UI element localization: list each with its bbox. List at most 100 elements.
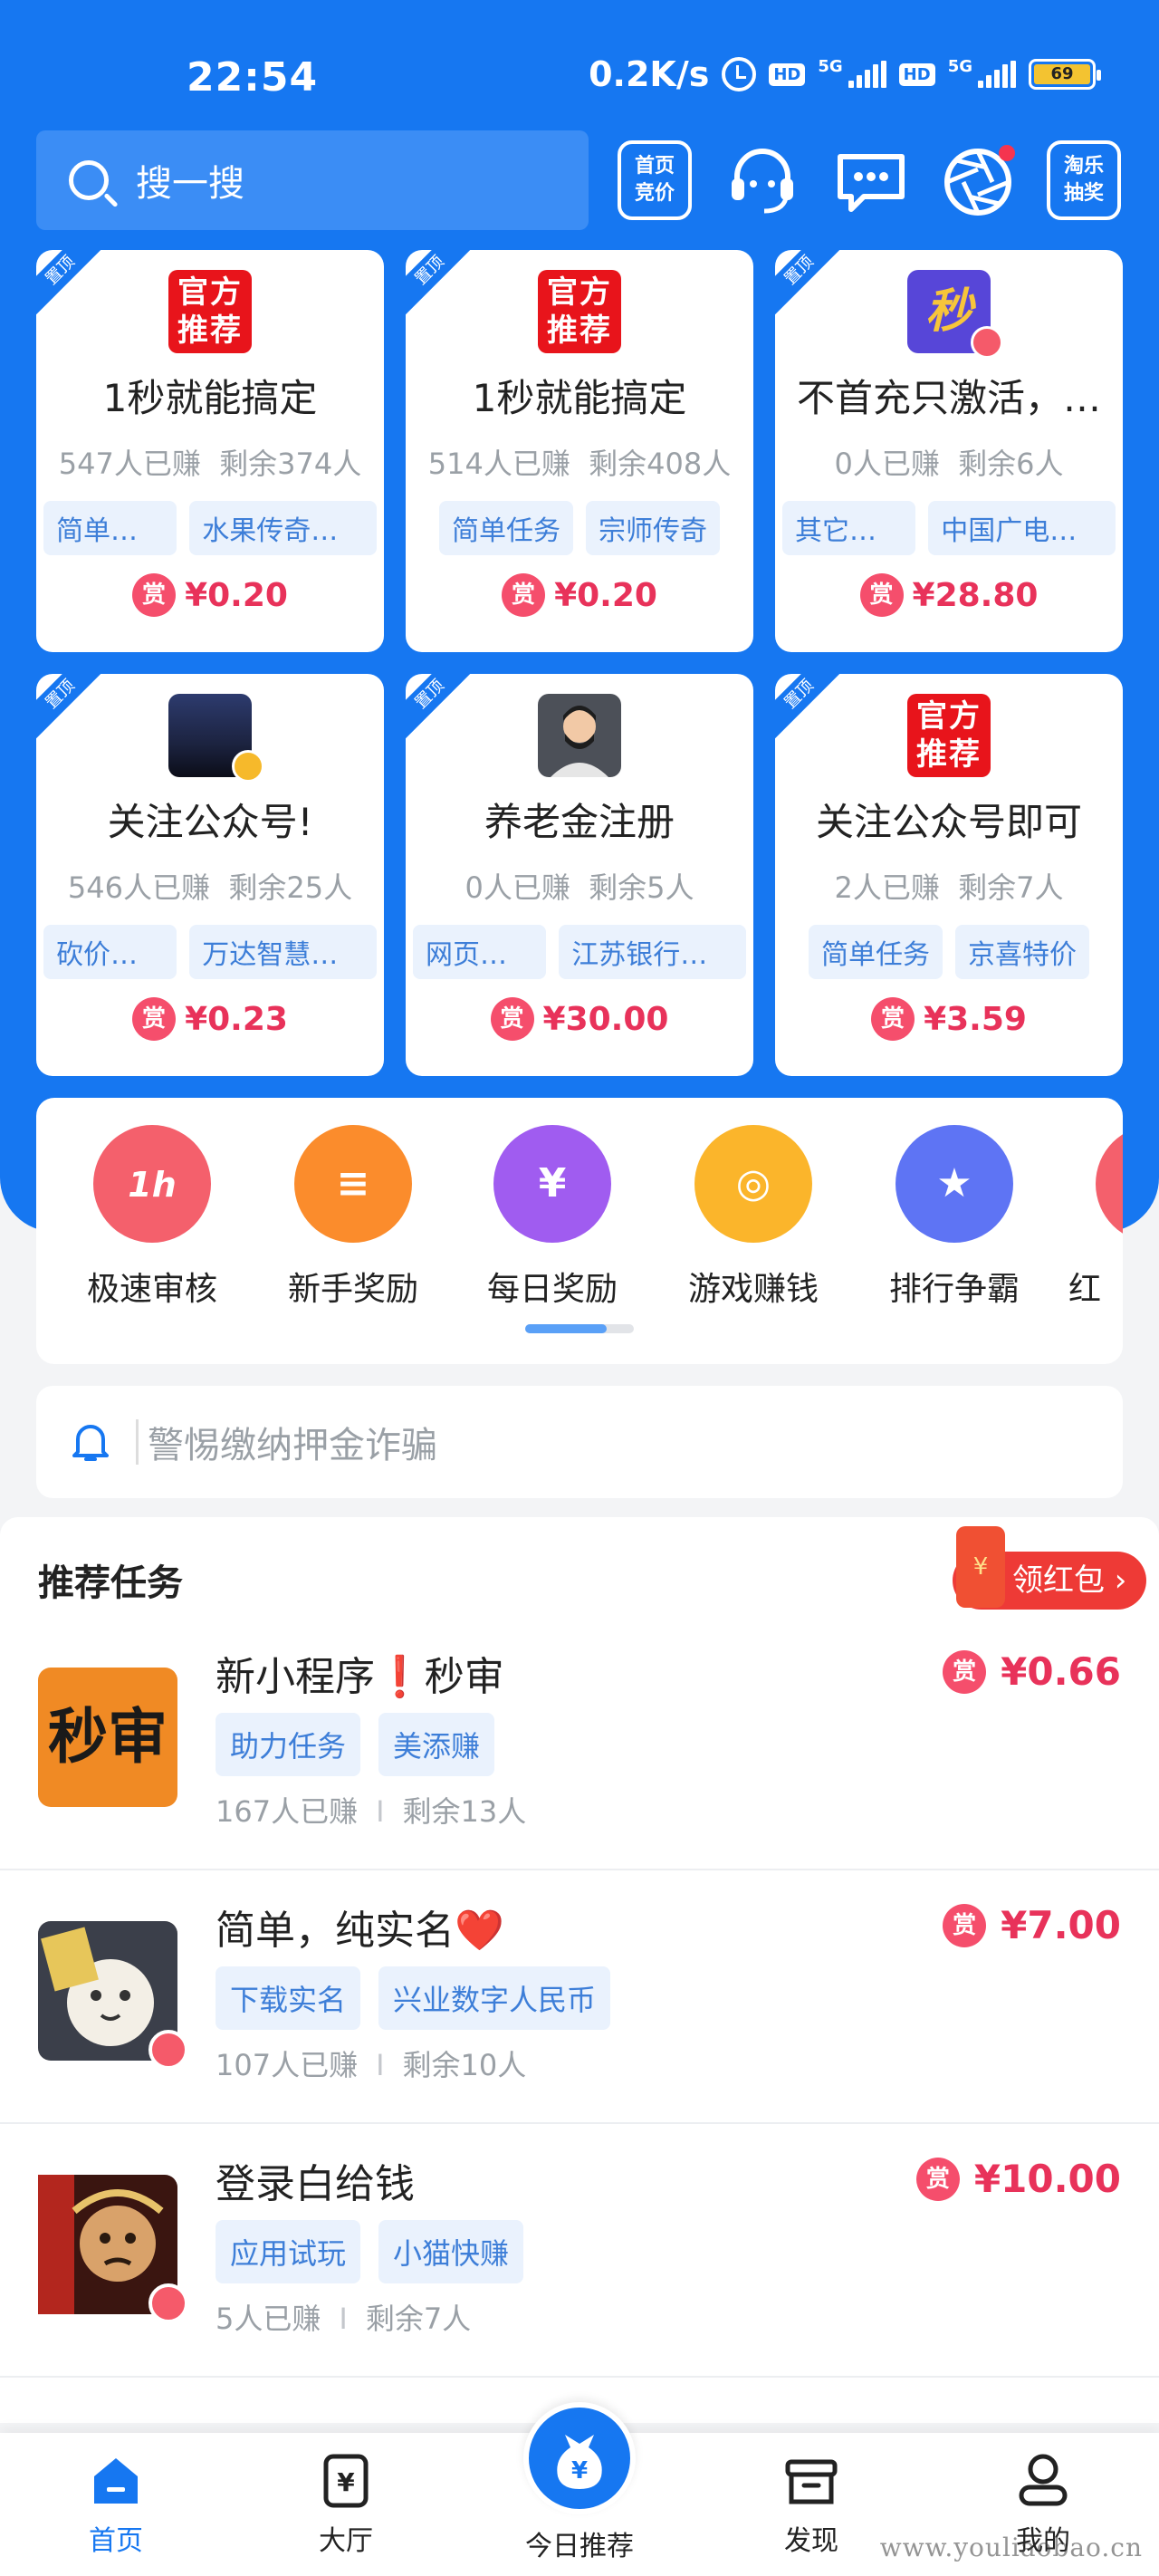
red-packet-button[interactable]: ¥ 领红包 › <box>953 1526 1146 1610</box>
network-type-label-2: 5G <box>947 56 972 76</box>
pinned-label: 置顶 <box>36 250 106 316</box>
red-packet-icon <box>1096 1125 1123 1243</box>
task-list-item[interactable]: 秒审 新小程序❗秒审 助力任务 美添赚 167人已赚 I 剩余13人 赏 ¥0.66 <box>0 1617 1159 1870</box>
homepage-bid-button[interactable]: 首页 竞价 <box>618 140 692 220</box>
pinned-label: 置顶 <box>775 250 845 316</box>
task-card[interactable]: 置顶 关注公众号! 546人已赚 剩余25人 砍价互助 万达智慧商业 赏 ¥0.23 <box>36 674 384 1076</box>
task-card[interactable]: 置顶 官方 推荐 1秒就能搞定 514人已赚 剩余408人 简单任务 宗师传奇 赏 ¥… <box>406 250 753 652</box>
customer-service-icon[interactable] <box>723 140 802 220</box>
app-logo: 秒 <box>907 270 1003 359</box>
task-thumbnail: 秒审 <box>38 1668 177 1807</box>
task-tag: 助力任务 <box>216 1713 361 1776</box>
card-stats: 547人已赚 剩余374人 <box>58 447 362 481</box>
recommended-section: 推荐任务 ¥ 领红包 › 秒审 新小程序❗秒审 助力任务 美添赚 167人已赚 I 剩… <box>0 1517 1159 2423</box>
nav-today-recommend-button[interactable]: ¥ <box>523 2402 636 2514</box>
category-red-packet[interactable]: 红 <box>1065 1125 1123 1310</box>
bell-icon <box>72 1421 109 1463</box>
task-reward: 赏 ¥7.00 <box>943 1903 1121 1947</box>
aperture-icon[interactable] <box>938 140 1018 220</box>
lottery-button[interactable]: 淘乐 抽奖 <box>1047 140 1121 220</box>
task-thumbnail <box>38 2175 188 2323</box>
notice-bar[interactable]: 警惕缴纳押金诈骗 <box>36 1386 1123 1498</box>
net-speed: 0.2K/s <box>589 54 710 94</box>
trophy-icon: ★ <box>896 1125 1013 1243</box>
section-title: 推荐任务 <box>38 1562 183 1604</box>
reward-badge-icon: 赏 <box>490 997 534 1041</box>
card-reward: 赏 ¥0.23 <box>36 997 384 1041</box>
nav-label-today[interactable]: 今日推荐 <box>489 2523 670 2563</box>
hd-icon-2: HD <box>898 62 935 86</box>
category-label: 极速审核 <box>86 1271 217 1308</box>
task-card[interactable]: 置顶 养老金注册 0人已赚 剩余5人 网页实名 江苏银行养… 赏 ¥30.00 <box>406 674 753 1076</box>
battery-icon: 69 <box>1029 59 1101 90</box>
official-recommend-logo: 官方 推荐 <box>538 270 621 353</box>
category-ranking[interactable]: ★ 排行争霸 <box>864 1125 1045 1310</box>
category-game-earn[interactable]: ◎ 游戏赚钱 <box>663 1125 844 1310</box>
watermark: www.youliaobao.cn <box>879 2533 1143 2562</box>
search-bar[interactable]: 搜一搜 <box>36 130 589 230</box>
gamepad-icon: ◎ <box>694 1125 812 1243</box>
message-icon[interactable] <box>831 140 911 220</box>
clipboard-icon: ≡ <box>294 1125 412 1243</box>
alarm-icon <box>722 57 757 91</box>
reward-badge-icon: 赏 <box>502 573 546 617</box>
card-stats: 514人已赚 剩余408人 <box>427 447 732 481</box>
nav-discover[interactable]: 发现 <box>748 2451 875 2558</box>
card-tag: 其它任务 <box>782 501 916 555</box>
reward-badge-icon: 赏 <box>943 1903 987 1947</box>
category-label: 游戏赚钱 <box>687 1271 819 1308</box>
status-time: 22:54 <box>187 54 319 101</box>
card-stats: 2人已赚 剩余7人 <box>834 870 1064 905</box>
task-tag: 美添赚 <box>378 1713 495 1776</box>
card-title: 养老金注册 <box>484 800 675 844</box>
category-newbie-reward[interactable]: ≡ 新手奖励 <box>263 1125 444 1310</box>
avatar <box>168 694 264 783</box>
official-recommend-logo: 官方 推荐 <box>168 270 252 353</box>
card-reward: 赏 ¥0.20 <box>36 573 384 617</box>
category-fast-review[interactable]: 1h 极速审核 <box>62 1125 243 1310</box>
task-name: 登录白给钱 <box>216 2161 415 2207</box>
task-card[interactable]: 置顶 秒 不首充只激活，… 0人已赚 剩余6人 其它任务 中国广电福… 赏 ¥28.… <box>775 250 1123 652</box>
nav-home[interactable]: 首页 <box>53 2451 179 2558</box>
avatar <box>538 694 621 777</box>
lottery-button-line2: 抽奖 <box>1063 182 1104 205</box>
card-tag: 网页实名 <box>413 925 547 979</box>
category-label: 每日奖励 <box>486 1271 618 1308</box>
task-tag: 小猫快赚 <box>378 2220 524 2283</box>
task-stats: 167人已赚 I 剩余13人 <box>216 1794 527 1829</box>
task-thumbnail <box>38 1921 188 2070</box>
card-reward: 赏 ¥30.00 <box>406 997 753 1041</box>
card-reward: 赏 ¥28.80 <box>775 573 1123 617</box>
money-bag-icon: ¥ <box>493 1125 611 1243</box>
carousel-indicator <box>525 1324 634 1333</box>
signal-icon-2 <box>978 61 1016 88</box>
card-reward: 赏 ¥0.20 <box>406 573 753 617</box>
card-title: 关注公众号! <box>107 800 313 844</box>
card-title: 1秒就能搞定 <box>472 376 687 420</box>
task-name: 新小程序❗秒审 <box>216 1654 504 1700</box>
task-card[interactable]: 置顶 官方 推荐 1秒就能搞定 547人已赚 剩余374人 简单任务 水果传奇世界 … <box>36 250 384 652</box>
category-label: 红 <box>1068 1271 1102 1308</box>
pinned-label: 置顶 <box>406 250 475 316</box>
nav-label: 大厅 <box>319 2525 373 2557</box>
notice-text: 警惕缴纳押金诈骗 <box>148 1425 437 1466</box>
card-tag: 江苏银行养… <box>559 925 746 979</box>
reward-badge-icon: 赏 <box>132 997 177 1041</box>
card-tag: 宗师传奇 <box>586 501 720 555</box>
task-reward: 赏 ¥10.00 <box>915 2157 1121 2201</box>
status-bar: 22:54 0.2K/s HD 5G HD 5G 69 <box>0 0 1159 127</box>
task-card[interactable]: 置顶 官方 推荐 关注公众号即可 2人已赚 剩余7人 简单任务 京喜特价 赏 ¥3.5… <box>775 674 1123 1076</box>
category-label: 排行争霸 <box>888 1271 1020 1308</box>
card-tag: 简单任务 <box>809 925 943 979</box>
card-title: 1秒就能搞定 <box>102 376 318 420</box>
pinned-label: 置顶 <box>775 674 845 740</box>
card-stats: 0人已赚 剩余6人 <box>834 447 1064 481</box>
task-list-item[interactable]: 登录白给钱 应用试玩 小猫快赚 5人已赚 I 剩余7人 赏 ¥10.00 <box>0 2124 1159 2378</box>
reward-badge-icon: 赏 <box>859 573 904 617</box>
crown-badge-icon <box>971 326 1003 359</box>
official-recommend-logo: 官方 推荐 <box>907 694 991 777</box>
card-title: 关注公众号即可 <box>815 800 1082 844</box>
category-daily-reward[interactable]: ¥ 每日奖励 <box>462 1125 643 1310</box>
nav-hall[interactable]: ¥ 大厅 <box>283 2451 409 2558</box>
task-list-item[interactable]: 简单，纯实名❤️ 下载实名 兴业数字人民币 107人已赚 I 剩余10人 赏 ¥7.00 <box>0 1870 1159 2124</box>
